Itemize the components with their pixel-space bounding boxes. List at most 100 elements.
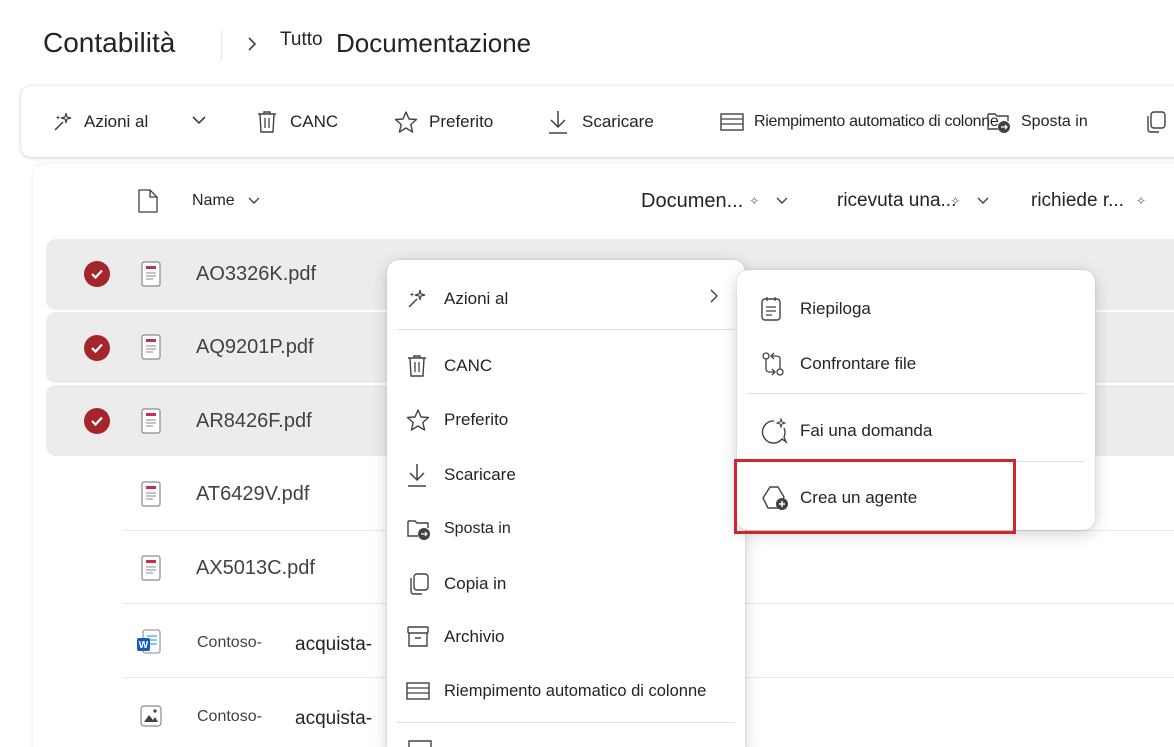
- delete-label: CANC: [290, 111, 339, 131]
- download-button[interactable]: Scaricare: [547, 86, 654, 157]
- context-menu-ai-actions[interactable]: Azioni al: [406, 279, 508, 319]
- file-name-part[interactable]: Contoso-: [197, 634, 262, 652]
- autofill-button[interactable]: Riempimento automatico di colonne: [720, 86, 999, 157]
- folder-move-icon: [407, 520, 430, 540]
- copy-icon: [410, 573, 429, 595]
- svg-text:W: W: [139, 640, 149, 651]
- file-name[interactable]: AO3326K.pdf: [196, 263, 316, 286]
- file-name[interactable]: AQ9201P.pdf: [196, 336, 314, 359]
- checkmark-icon: [91, 343, 103, 354]
- image-file-icon: [140, 705, 162, 727]
- ai-actions-button[interactable]: Azioni al: [52, 86, 148, 157]
- star-icon: [406, 409, 430, 431]
- chevron-down-icon: [248, 197, 260, 204]
- star-icon: [394, 110, 418, 133]
- move-to-button[interactable]: Sposta in: [986, 86, 1088, 157]
- menu-divider: [747, 393, 1085, 394]
- copy-icon[interactable]: [1143, 110, 1167, 134]
- pdf-file-icon: [141, 555, 161, 581]
- context-menu-download[interactable]: Scaricare: [406, 455, 516, 495]
- page: Contabilità Tutto Documentazione Azioni …: [0, 0, 1174, 747]
- breadcrumb-view[interactable]: Tutto: [280, 29, 323, 51]
- context-menu-favorite[interactable]: Preferito: [406, 400, 508, 440]
- download-label: Scaricare: [582, 111, 654, 131]
- chevron-down-icon[interactable]: [190, 112, 208, 128]
- file-name-part[interactable]: acquista-: [287, 708, 381, 730]
- trash-icon: [258, 110, 276, 133]
- checkmark-icon: [91, 416, 103, 427]
- menu-item-label: Archivio: [444, 627, 505, 646]
- column-label: richiede r...: [1031, 190, 1124, 211]
- sparkle-icon: [54, 112, 72, 131]
- menu-item-label: Riempimento automatico di colonne: [444, 681, 707, 700]
- page-title: Documentazione: [336, 28, 532, 58]
- file-name[interactable]: AX5013C.pdf: [196, 557, 315, 580]
- pdf-file-icon: [141, 408, 161, 434]
- column-name-label: Name: [192, 192, 235, 209]
- context-menu-move-to[interactable]: Sposta in: [406, 509, 511, 549]
- column-label: Documen...: [641, 189, 744, 212]
- file-name[interactable]: AR8426F.pdf: [196, 410, 312, 433]
- context-menu-archive[interactable]: Archivio: [406, 617, 504, 657]
- word-file-icon: W: [137, 629, 161, 654]
- pdf-file-icon: [141, 481, 161, 507]
- move-to-label: Sposta in: [1021, 112, 1088, 130]
- menu-item-label: Riepiloga: [800, 299, 871, 318]
- menu-item-label: Copia in: [444, 574, 507, 593]
- column-label: ricevuta una...: [837, 190, 957, 211]
- autofill-columns-icon: [720, 112, 744, 131]
- chat-sparkle-icon: [761, 417, 788, 445]
- breadcrumb-divider: [221, 30, 222, 60]
- column-header-ricevuta[interactable]: ricevuta una... ✧: [837, 164, 990, 238]
- menu-item-label: Fai una domanda: [800, 421, 933, 440]
- menu-item-label: Confrontare file: [800, 354, 917, 373]
- menu-divider: [397, 722, 735, 723]
- menu-divider: [397, 329, 735, 330]
- checkmark-icon: [91, 269, 103, 280]
- context-menu-copy-to[interactable]: Copia in: [406, 564, 506, 604]
- pdf-file-icon: [141, 261, 161, 287]
- row-checkbox[interactable]: [84, 335, 110, 361]
- favorite-label: Preferito: [429, 111, 494, 131]
- submenu-ask-question[interactable]: Fai una domanda: [760, 411, 932, 451]
- context-menu-delete[interactable]: CANC: [406, 346, 492, 386]
- context-menu-autofill[interactable]: Riempimento automatico di colonne: [406, 671, 706, 711]
- submenu-summarize[interactable]: Riepiloga: [760, 289, 871, 329]
- menu-item-label: Preferito: [444, 410, 509, 429]
- chevron-down-icon: [977, 197, 989, 204]
- ai-actions-label: Azioni al: [84, 111, 149, 131]
- column-header-name[interactable]: Name: [192, 164, 261, 238]
- delete-button[interactable]: CANC: [256, 86, 338, 157]
- sparkle-icon: ✧: [749, 194, 760, 208]
- file-type-icon: [138, 189, 158, 213]
- summary-icon: [761, 297, 781, 321]
- menu-item-label: CANC: [444, 356, 493, 375]
- submenu-compare[interactable]: Confrontare file: [760, 344, 916, 384]
- column-header-documentazione[interactable]: Documen... ✧: [641, 164, 789, 238]
- file-name-part[interactable]: acquista-: [287, 634, 381, 656]
- sparkle-icon: ✧: [950, 194, 961, 208]
- menu-item-icon: [408, 740, 432, 747]
- row-checkbox[interactable]: [84, 261, 110, 287]
- menu-item-label: Sposta in: [444, 520, 511, 537]
- archive-icon: [407, 626, 429, 647]
- trash-icon: [408, 355, 426, 377]
- autofill-columns-icon: [406, 682, 430, 700]
- file-name-part[interactable]: Contoso-: [197, 708, 262, 726]
- chevron-down-icon: [776, 197, 788, 204]
- file-name[interactable]: AT6429V.pdf: [196, 483, 309, 506]
- folder-move-icon: [987, 112, 1010, 133]
- breadcrumb-root[interactable]: Contabilità: [43, 27, 175, 59]
- row-checkbox[interactable]: [84, 408, 110, 434]
- favorite-button[interactable]: Preferito: [394, 86, 493, 157]
- chevron-right-icon: [248, 37, 257, 51]
- download-icon: [408, 464, 426, 487]
- pdf-file-icon: [141, 334, 161, 360]
- chevron-right-icon: [710, 289, 718, 303]
- highlight-annotation: [734, 459, 1016, 534]
- compare-files-icon: [762, 352, 784, 376]
- autofill-label: Riempimento automatico di colonne: [754, 112, 999, 130]
- column-header-richiede[interactable]: richiede r... ✧: [1031, 164, 1146, 238]
- download-icon: [549, 110, 567, 134]
- context-menu: [387, 260, 745, 747]
